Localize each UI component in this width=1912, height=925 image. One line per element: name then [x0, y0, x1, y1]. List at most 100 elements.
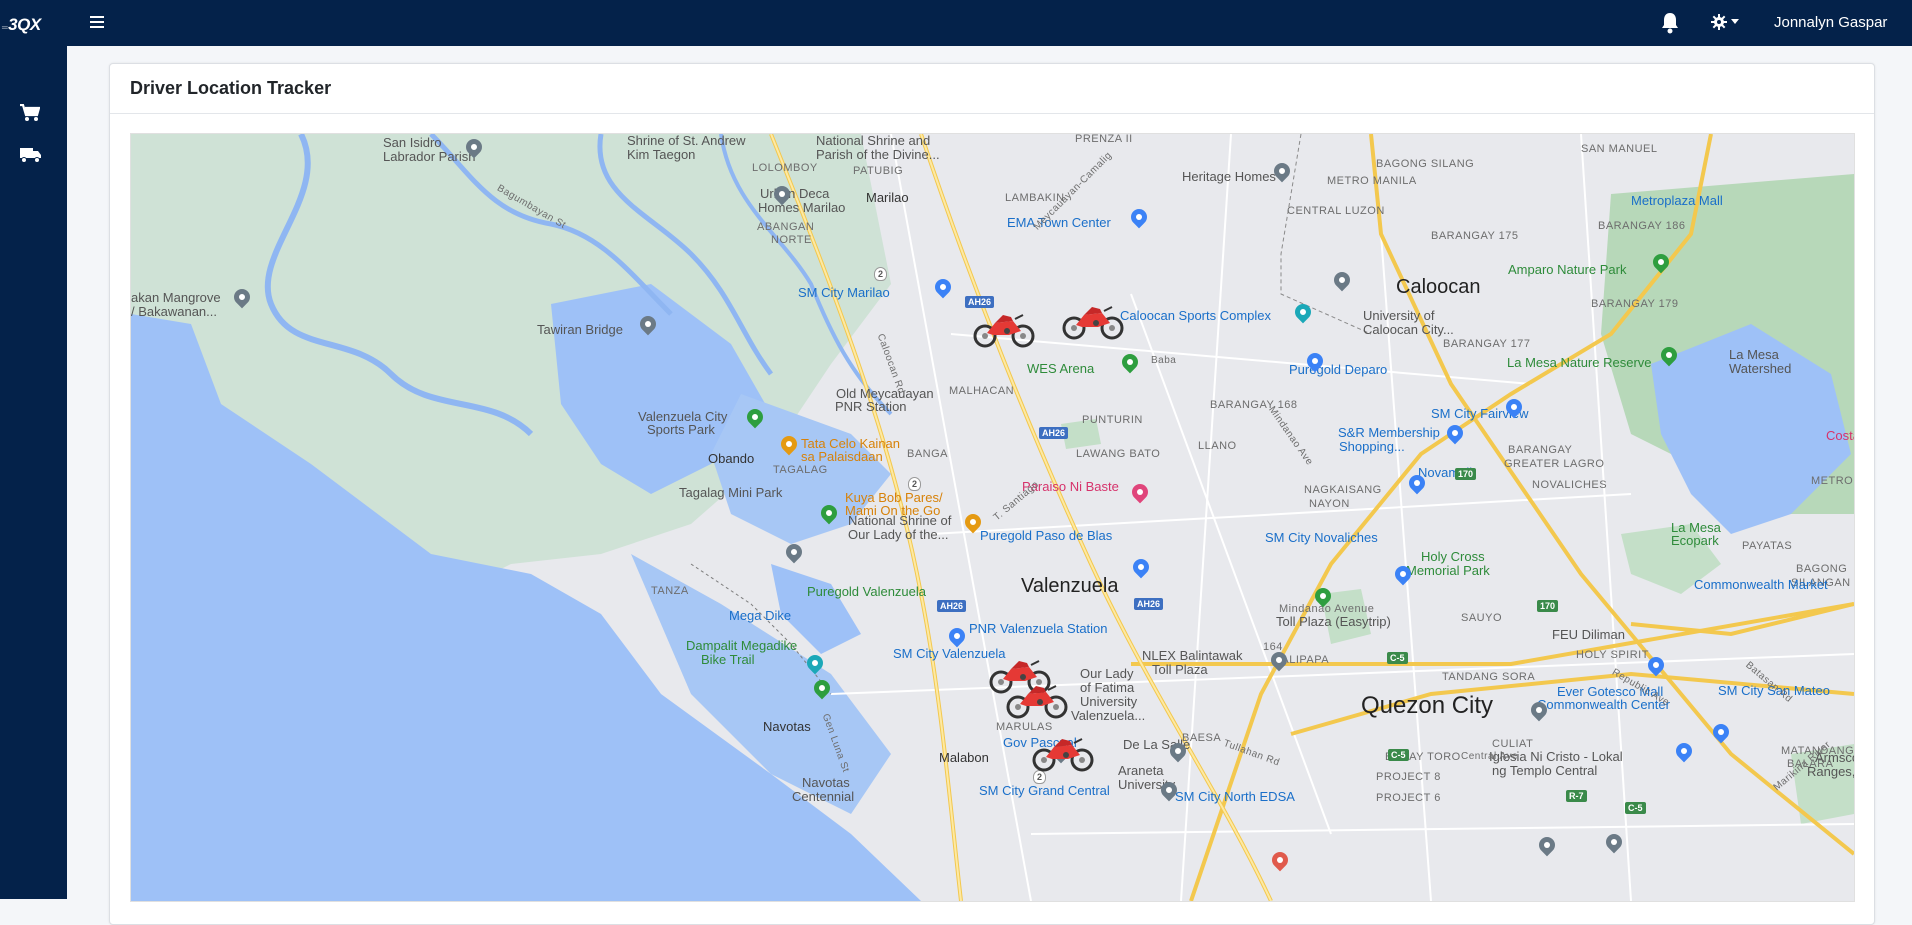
- map-label: SAN MANUEL: [1581, 143, 1658, 155]
- map-label: Dampalit Megadike: [686, 638, 798, 653]
- map-label: Centennial: [792, 789, 855, 804]
- chevron-down-icon: [1731, 19, 1739, 24]
- map-label: Watershed: [1729, 361, 1792, 376]
- hamburger-icon[interactable]: [90, 16, 104, 28]
- map-label: Our Lady: [1080, 666, 1134, 681]
- card-header: Driver Location Tracker: [110, 64, 1874, 114]
- user-name[interactable]: Jonnalyn Gaspar: [1774, 14, 1887, 31]
- map-label: Shopping...: [1339, 439, 1405, 454]
- map-label: Toll Plaza: [1152, 662, 1208, 677]
- bell-icon[interactable]: [1660, 12, 1680, 39]
- map-label: Puregold Paso de Blas: [980, 528, 1113, 543]
- map-label: La Mesa: [1729, 347, 1779, 362]
- map-label: University of: [1363, 308, 1435, 323]
- logo-prefix: ═: [2, 23, 8, 32]
- app-logo[interactable]: ═3QX: [2, 15, 41, 35]
- map-label: GREATER LAGRO: [1504, 458, 1605, 470]
- map-label: PROJECT 6: [1376, 792, 1441, 804]
- top-navbar: ═3QX Jonnalyn Gaspar: [0, 0, 1912, 46]
- map-label: Memorial Park: [1406, 563, 1490, 578]
- settings-dropdown[interactable]: [1711, 14, 1739, 30]
- highway-shield: C-5: [1387, 652, 1408, 664]
- map-label: / Bakawanan...: [131, 304, 217, 319]
- sidebar-item-deliveries[interactable]: [20, 146, 42, 166]
- map-label: Homes Marilao: [758, 200, 846, 215]
- map-label: BARANGAY 177: [1443, 338, 1531, 350]
- map-label: NOVALICHES: [1532, 479, 1608, 491]
- map-label: MARULAS: [996, 721, 1053, 733]
- map-label: BAGONG SILANG: [1376, 158, 1475, 170]
- motorcycle-icon[interactable]: [1032, 733, 1094, 773]
- map-label: Caloocan City...: [1363, 322, 1454, 337]
- highway-shield: AH26: [1039, 427, 1069, 439]
- road-label: Central Ave: [1461, 751, 1519, 762]
- map-label: Ecopark: [1671, 533, 1719, 548]
- map-label: BARANGAY 179: [1591, 298, 1679, 310]
- map-label: METRO MANILA: [1811, 475, 1854, 487]
- map-label: WES Arena: [1027, 361, 1095, 376]
- tracker-card: Driver Location Tracker San Isidro Labra…: [109, 63, 1875, 925]
- map-label: BAGONG: [1796, 563, 1848, 575]
- map-label: HOLY SPIRIT: [1576, 649, 1649, 661]
- map-label: TANZA: [651, 585, 689, 597]
- map-label: sa Palaisdaan: [801, 449, 883, 464]
- driver-map[interactable]: San Isidro Labrador Parish Shrine of St. A…: [130, 133, 1855, 902]
- gear-icon: [1711, 14, 1727, 30]
- map-label: NLEX Balintawak: [1142, 648, 1243, 663]
- map-label: Caloocan: [1396, 276, 1481, 298]
- logo-text: 3QX: [8, 15, 41, 34]
- map-label: Caloocan Sports Complex: [1120, 308, 1272, 323]
- map-label: Puregold Deparo: [1289, 362, 1388, 377]
- map-label: Commonwealth Market: [1694, 577, 1828, 592]
- map-label: Valenzuela: [1021, 575, 1119, 597]
- map-label: Sports Park: [647, 422, 715, 437]
- map-label: Navotas: [802, 775, 850, 790]
- map-label: ng Templo Central: [1492, 763, 1598, 778]
- map-label: NAYON: [1309, 498, 1350, 510]
- map-label: Bike Trail: [701, 652, 755, 667]
- map-label: BARANGAY 175: [1431, 230, 1519, 242]
- map-label: Araneta: [1118, 763, 1164, 778]
- map-label: Holy Cross: [1421, 549, 1485, 564]
- map-label: PRENZA II: [1075, 133, 1133, 145]
- highway-shield: AH26: [965, 296, 995, 308]
- map-label: National Shrine and: [816, 133, 931, 148]
- map-label: PATUBIG: [853, 165, 904, 177]
- motorcycle-icon[interactable]: [973, 309, 1035, 349]
- map-label: Navotas: [763, 719, 811, 734]
- map-label: TANDANG SORA: [1442, 671, 1536, 683]
- map-label: La Mesa Nature Reserve: [1507, 355, 1652, 370]
- map-label: S&R Membership: [1338, 425, 1440, 440]
- cart-icon: [20, 103, 41, 121]
- map-label: University: [1080, 694, 1138, 709]
- map-label: BARANGAY 186: [1598, 220, 1686, 232]
- map-label: Obando: [708, 451, 755, 466]
- map-label: EMA Town Center: [1007, 215, 1111, 230]
- map-label: Parish of the Divine...: [816, 147, 940, 162]
- map-label: METRO MANILA: [1327, 175, 1417, 187]
- map-label: Valenzuela...: [1071, 708, 1146, 723]
- map-label: PNR Valenzuela Station: [969, 621, 1108, 636]
- sidebar: [0, 46, 67, 899]
- map-label: Puregold Valenzuela: [807, 584, 927, 599]
- map-label: BARANGAY 168: [1210, 399, 1298, 411]
- map-label: SM City Novaliches: [1265, 530, 1378, 545]
- page-title: Driver Location Tracker: [130, 78, 332, 98]
- motorcycle-icon[interactable]: [1006, 680, 1068, 720]
- map-label: NAGKAISANG: [1304, 484, 1382, 496]
- map-label: Urban Deca: [760, 186, 830, 201]
- motorcycle-icon[interactable]: [1062, 301, 1124, 341]
- map-label: PUNTURIN: [1082, 414, 1143, 426]
- map-label: BARANGAY: [1508, 444, 1573, 456]
- map-label: Heritage Homes: [1182, 169, 1276, 184]
- map-label: Costa: [1826, 428, 1854, 443]
- map-label: Kim Taegon: [627, 147, 696, 162]
- map-label: FEU Diliman: [1552, 627, 1625, 642]
- map-label: Marilao: [866, 190, 909, 205]
- highway-shield: AH26: [1134, 598, 1164, 610]
- sidebar-item-orders[interactable]: [20, 103, 42, 124]
- highway-shield: 170: [1455, 468, 1477, 480]
- map-label: SM City North EDSA: [1175, 789, 1295, 804]
- map-label: SM City Marilao: [798, 285, 890, 300]
- highway-shield: 2: [908, 477, 922, 491]
